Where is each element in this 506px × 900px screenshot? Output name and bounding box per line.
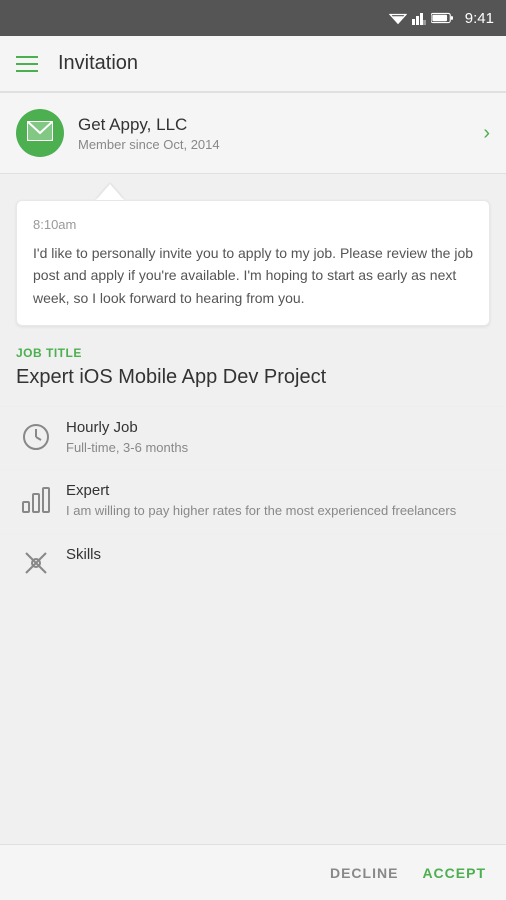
- job-title-label: JOB TITLE: [16, 346, 490, 360]
- message-bubble: 8:10am I'd like to personally invite you…: [16, 200, 490, 326]
- detail-hourly-content: Hourly Job Full-time, 3-6 months: [66, 419, 490, 457]
- accept-button[interactable]: ACCEPT: [422, 865, 486, 881]
- envelope-icon: [27, 121, 53, 146]
- detail-item-hourly: Hourly Job Full-time, 3-6 months: [0, 406, 506, 469]
- status-icons: [389, 11, 453, 25]
- status-bar: 9:41: [0, 0, 506, 36]
- company-info: Get Appy, LLC Member since Oct, 2014: [78, 115, 483, 152]
- clock-icon: [16, 419, 56, 453]
- message-text: I'd like to personally invite you to app…: [33, 242, 473, 309]
- tools-icon: [16, 546, 56, 578]
- detail-hourly-subtitle: Full-time, 3-6 months: [66, 439, 490, 457]
- bars-icon: [16, 482, 56, 514]
- company-avatar: [16, 109, 64, 157]
- company-since: Member since Oct, 2014: [78, 137, 483, 152]
- bubble-arrow: [96, 184, 124, 200]
- detail-expert-title: Expert: [66, 482, 490, 499]
- job-title-text: Expert iOS Mobile App Dev Project: [16, 364, 490, 390]
- bottom-action-bar: DECLINE ACCEPT: [0, 844, 506, 900]
- detail-skills-content: Skills: [66, 546, 490, 563]
- detail-list: Hourly Job Full-time, 3-6 months Expert …: [0, 406, 506, 589]
- detail-hourly-title: Hourly Job: [66, 419, 490, 436]
- decline-button[interactable]: DECLINE: [330, 865, 398, 881]
- detail-expert-subtitle: I am willing to pay higher rates for the…: [66, 502, 490, 520]
- signal-icon: [412, 11, 426, 25]
- job-section: JOB TITLE Expert iOS Mobile App Dev Proj…: [0, 326, 506, 390]
- status-time: 9:41: [465, 10, 494, 27]
- wifi-icon: [389, 11, 407, 25]
- detail-expert-content: Expert I am willing to pay higher rates …: [66, 482, 490, 520]
- page-title: Invitation: [58, 52, 138, 75]
- detail-item-skills: Skills: [0, 533, 506, 590]
- battery-icon: [431, 12, 453, 24]
- message-container: 8:10am I'd like to personally invite you…: [0, 174, 506, 326]
- company-name: Get Appy, LLC: [78, 115, 483, 135]
- company-row[interactable]: Get Appy, LLC Member since Oct, 2014 ›: [0, 93, 506, 173]
- chevron-right-icon: ›: [483, 122, 490, 145]
- detail-skills-title: Skills: [66, 546, 490, 563]
- menu-button[interactable]: [16, 56, 38, 72]
- detail-item-expert: Expert I am willing to pay higher rates …: [0, 469, 506, 532]
- app-header: Invitation: [0, 36, 506, 92]
- message-time: 8:10am: [33, 217, 473, 232]
